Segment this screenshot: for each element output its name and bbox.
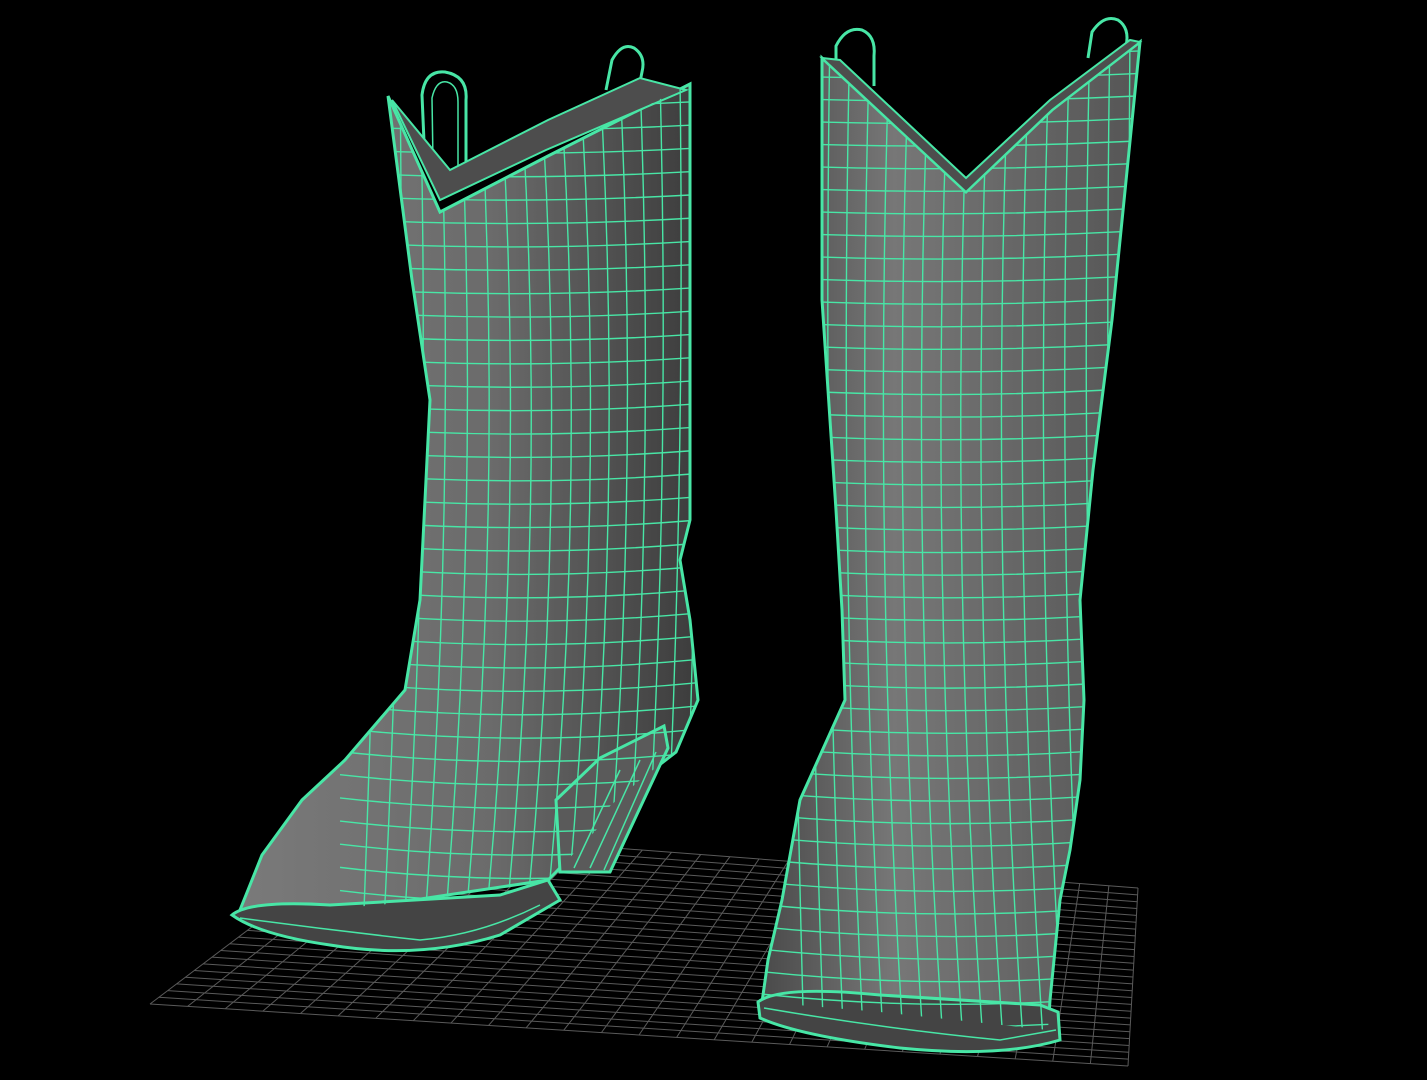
viewport-canvas[interactable] [0, 0, 1427, 1080]
cowboy-boot-left[interactable] [229, 45, 740, 973]
3d-viewport[interactable] [0, 0, 1427, 1080]
